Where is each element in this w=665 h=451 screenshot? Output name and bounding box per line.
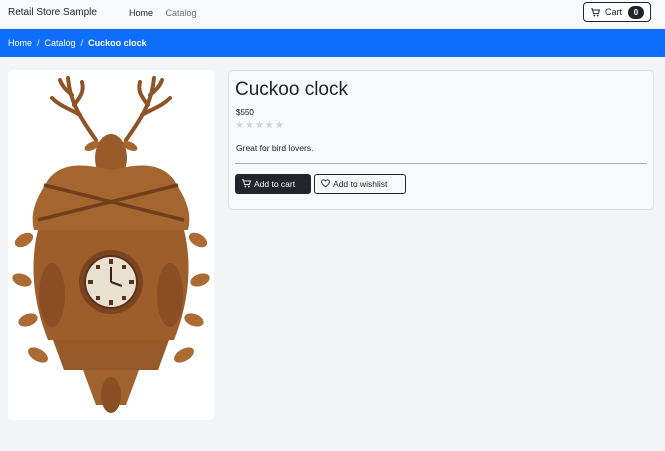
star-icon: ★: [264, 120, 275, 131]
star-icon: ★: [274, 120, 285, 131]
cuckoo-clock-image: [12, 76, 210, 413]
add-to-wishlist-button[interactable]: Add to wishlist: [314, 174, 406, 194]
cart-label: Cart: [605, 7, 623, 17]
cart-count-badge: 0: [628, 6, 644, 19]
nav-link-home[interactable]: Home: [129, 8, 153, 18]
breadcrumb-separator: /: [37, 38, 40, 48]
add-to-cart-button[interactable]: Add to cart: [235, 174, 311, 194]
rating-stars: ★★★★★: [235, 120, 285, 131]
breadcrumb: Home / Catalog / Cuckoo clock: [0, 29, 665, 57]
product-image: [8, 70, 214, 420]
add-to-wishlist-label: Add to wishlist: [333, 179, 388, 189]
product-price: $550: [236, 108, 254, 117]
product-title: Cuckoo clock: [235, 79, 348, 100]
breadcrumb-item-catalog[interactable]: Catalog: [45, 38, 76, 48]
top-navbar: Retail Store Sample Home Catalog Cart 0: [0, 0, 665, 29]
product-description: Great for bird lovers.: [236, 143, 314, 153]
brand-link[interactable]: Retail Store Sample: [8, 7, 97, 18]
cart-button[interactable]: Cart 0: [583, 2, 651, 22]
add-to-cart-label: Add to cart: [254, 179, 296, 189]
star-icon: ★: [235, 120, 245, 131]
nav-links: Home Catalog: [129, 8, 207, 18]
divider: [235, 163, 647, 164]
breadcrumb-item-current: Cuckoo clock: [88, 38, 147, 48]
cart-icon: [242, 179, 251, 188]
breadcrumb-separator: /: [80, 38, 84, 48]
nav-link-catalog[interactable]: Catalog: [166, 8, 197, 18]
star-icon: ★: [244, 120, 255, 131]
breadcrumb-item-home[interactable]: Home: [8, 38, 32, 48]
heart-icon: [321, 179, 330, 188]
cart-icon: [591, 8, 600, 17]
star-icon: ★: [254, 120, 265, 131]
product-details-card: Cuckoo clock $550 ★★★★★ Great for bird l…: [228, 70, 654, 210]
